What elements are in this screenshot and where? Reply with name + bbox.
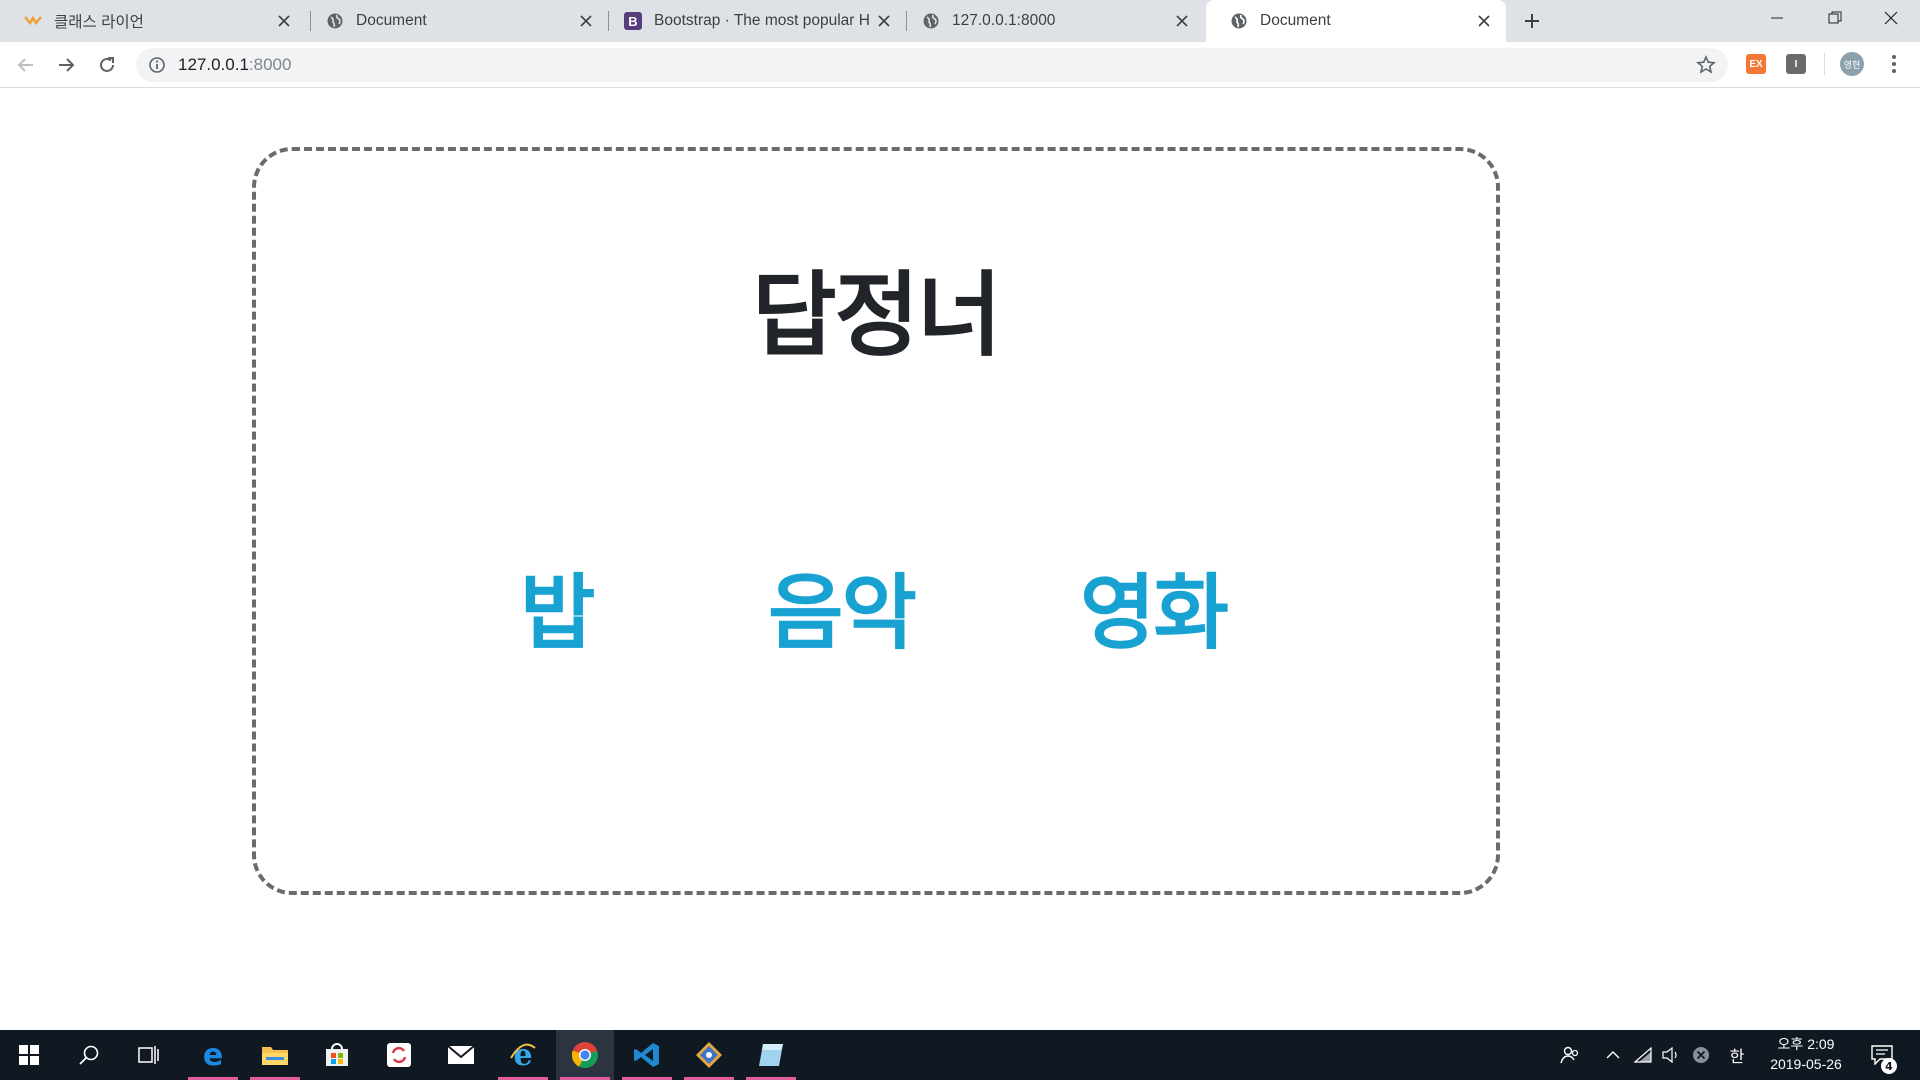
- sync-app-icon[interactable]: [370, 1030, 428, 1080]
- reload-button[interactable]: [91, 49, 123, 81]
- ex-extension-icon[interactable]: EX: [1746, 54, 1766, 74]
- forward-button[interactable]: [50, 49, 82, 81]
- close-tab-icon[interactable]: [274, 11, 294, 31]
- action-center-icon[interactable]: [1862, 1030, 1902, 1080]
- notification-count-badge: 4: [1881, 1058, 1897, 1074]
- start-icon[interactable]: [0, 1030, 58, 1080]
- tab-title: 클래스 라이언: [54, 14, 144, 31]
- svg-text:B: B: [628, 14, 637, 29]
- git-icon[interactable]: [680, 1030, 738, 1080]
- tab-title: Bootstrap · The most popular H: [654, 12, 870, 29]
- svg-text:e: e: [203, 1041, 223, 1069]
- volume-icon[interactable]: [1658, 1030, 1684, 1080]
- people-icon[interactable]: [1552, 1030, 1588, 1080]
- url-host: 127.0.0.1: [178, 55, 249, 74]
- nav-link-rice[interactable]: 밥: [520, 546, 595, 665]
- vscode-icon[interactable]: [618, 1030, 676, 1080]
- globe-icon: [1230, 12, 1248, 30]
- minimize-button[interactable]: [1748, 0, 1806, 36]
- url-port: :8000: [248, 55, 292, 74]
- close-tab-icon[interactable]: [1172, 11, 1192, 31]
- store-icon[interactable]: [308, 1030, 366, 1080]
- bootstrap-icon: B: [624, 12, 642, 30]
- status-x-icon[interactable]: [1688, 1030, 1714, 1080]
- nav-link-movie[interactable]: 영화: [1080, 546, 1229, 665]
- chrome-menu-icon[interactable]: [1884, 52, 1904, 76]
- tab-document-active[interactable]: Document: [1206, 0, 1506, 42]
- clock-date: 2019-05-26: [1770, 1056, 1842, 1072]
- close-tab-icon[interactable]: [874, 11, 894, 31]
- dashed-container: 답정너 밥 음악 영화: [252, 147, 1500, 895]
- page-title: 답정너: [752, 262, 1002, 369]
- wifi-icon[interactable]: [1630, 1030, 1656, 1080]
- tab-title: Document: [1260, 12, 1331, 29]
- windows-taskbar: e e 한 오후 2:09 2019-05-26 4: [0, 1030, 1920, 1080]
- page-viewport: 답정너 밥 음악 영화: [0, 89, 1920, 1030]
- globe-icon: [922, 12, 940, 30]
- address-bar[interactable]: 127.0.0.1:8000: [136, 48, 1728, 82]
- new-tab-button[interactable]: [1519, 8, 1545, 34]
- close-window-button[interactable]: [1862, 0, 1920, 36]
- chrome-icon[interactable]: [556, 1030, 614, 1080]
- class-lion-favicon: [24, 12, 42, 30]
- tab-localhost[interactable]: 127.0.0.1:8000: [898, 0, 1204, 42]
- close-tab-icon[interactable]: [1474, 11, 1494, 31]
- profile-avatar[interactable]: 영현: [1840, 52, 1864, 76]
- info-icon[interactable]: [148, 56, 166, 74]
- search-icon[interactable]: [60, 1030, 118, 1080]
- tab-strip: 클래스 라이언 Document B Bootstrap · The most …: [0, 0, 1920, 42]
- ime-indicator[interactable]: 한: [1720, 1030, 1754, 1080]
- show-hidden-icons-icon[interactable]: [1600, 1030, 1626, 1080]
- edge-icon[interactable]: e: [184, 1030, 242, 1080]
- browser-toolbar: 127.0.0.1:8000: [0, 42, 1920, 88]
- globe-icon: [326, 12, 344, 30]
- bookmark-star-icon[interactable]: [1696, 55, 1716, 75]
- mail-icon[interactable]: [432, 1030, 490, 1080]
- tab-class-lion[interactable]: 클래스 라이언: [0, 0, 306, 42]
- tab-title: Document: [356, 12, 427, 29]
- toolbar-divider: [1824, 53, 1825, 75]
- internet-explorer-icon[interactable]: e: [494, 1030, 552, 1080]
- file-explorer-icon[interactable]: [246, 1030, 304, 1080]
- restore-button[interactable]: [1806, 0, 1864, 36]
- address-url[interactable]: 127.0.0.1:8000: [178, 55, 291, 75]
- notes-icon[interactable]: [742, 1030, 800, 1080]
- system-clock[interactable]: 오후 2:09 2019-05-26: [1760, 1034, 1852, 1074]
- extension-icon[interactable]: I: [1786, 54, 1806, 74]
- tab-document-1[interactable]: Document: [302, 0, 608, 42]
- clock-time: 오후 2:09: [1777, 1036, 1835, 1052]
- tab-bootstrap[interactable]: B Bootstrap · The most popular H: [600, 0, 906, 42]
- tab-title: 127.0.0.1:8000: [952, 12, 1056, 29]
- nav-link-music[interactable]: 음악: [768, 546, 917, 665]
- task-view-icon[interactable]: [120, 1030, 178, 1080]
- back-button[interactable]: [10, 49, 42, 81]
- close-tab-icon[interactable]: [576, 11, 596, 31]
